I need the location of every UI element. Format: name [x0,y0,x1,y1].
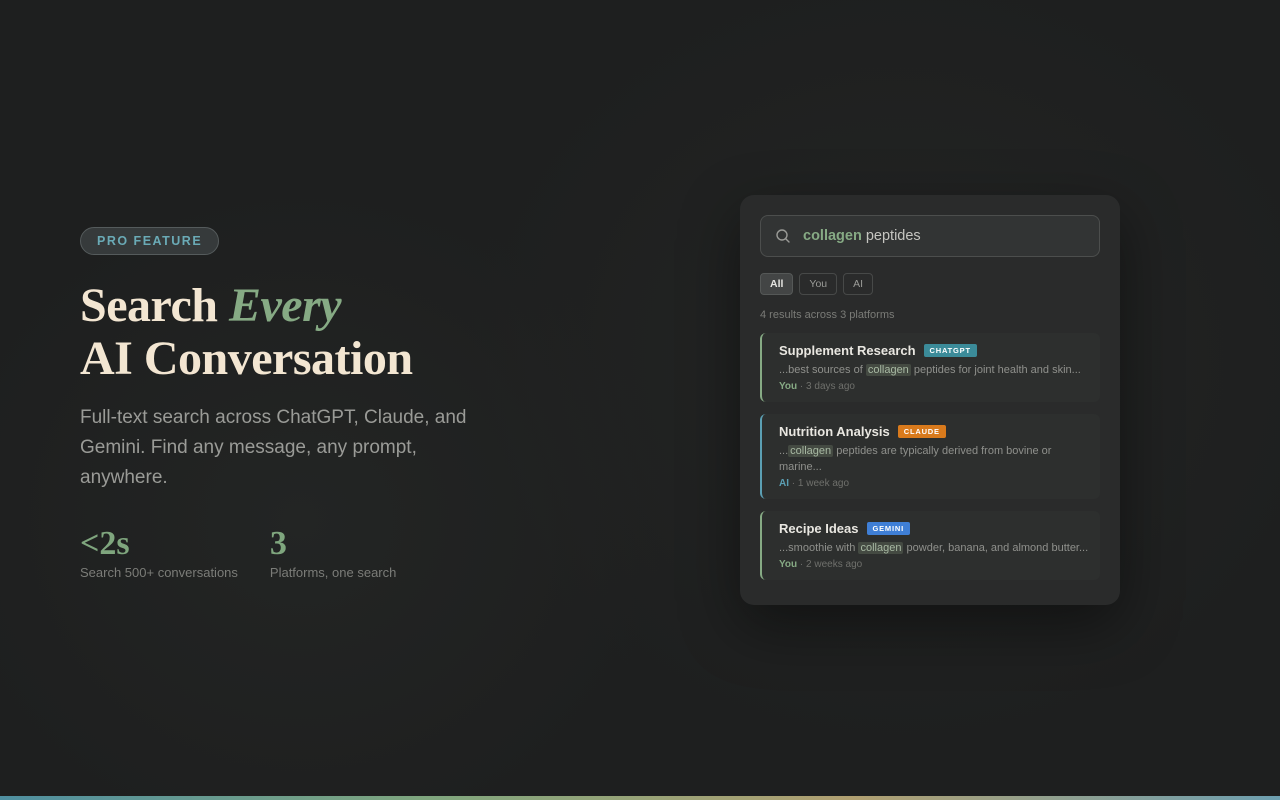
snippet-highlight: collagen [858,542,904,554]
snippet-pre: ... [779,445,789,457]
stat-platforms: 3 Platforms, one search [270,525,396,580]
headline-part1: Search [80,279,229,332]
results-summary: 4 results across 3 platforms [760,309,895,321]
snippet-pre: ...best sources of [779,364,866,376]
result-meta: You · 3 days ago [779,381,1090,392]
headline-accent: Every [228,279,342,332]
result-snippet: ... collagen peptides are typically deriv… [779,443,1090,475]
result-meta: AI · 1 week ago [779,478,1090,489]
pro-feature-badge: PRO FEATURE [80,227,220,255]
snippet-post: peptides for joint health and skin... [910,364,1081,376]
snippet-pre: ...smoothie with [779,542,859,554]
stat-label: Search 500+ conversations [80,565,238,580]
result-item[interactable]: Supplement Research CHATGPT ...best sour… [760,333,1100,402]
search-icon [776,229,790,243]
filter-ai[interactable]: AI [843,273,874,295]
result-author: AI [779,478,789,489]
snippet-highlight: collagen [788,445,834,457]
result-time: · 2 weeks ago [797,559,863,570]
result-meta: You · 2 weeks ago [779,559,1090,570]
result-title: Recipe Ideas [779,521,859,536]
snippet-post: powder, banana, and almond butter... [903,542,1089,554]
search-input[interactable]: collagen peptides [760,215,1100,257]
result-header: Supplement Research CHATGPT [779,343,1090,358]
stat-value: <2s [80,525,130,562]
filter-you[interactable]: You [799,273,838,295]
hero-section: PRO FEATURE Search Every AI Conversation… [80,227,540,580]
search-query: collagen peptides [803,228,921,244]
stat-label: Platforms, one search [269,565,397,580]
result-item[interactable]: Recipe Ideas GEMINI ...smoothie with col… [760,511,1100,580]
snippet-highlight: collagen [865,364,911,376]
hero-subtext: Full-text search across ChatGPT, Claude,… [80,407,467,488]
search-query-rest: peptides [861,228,921,244]
result-snippet: ...best sources of collagen peptides for… [779,362,1090,378]
search-preview-card: collagen peptides All You AI 4 results a… [740,195,1120,605]
result-snippet: ...smoothie with collagen powder, banana… [779,540,1090,556]
filter-all[interactable]: All [760,273,794,295]
platform-tag: GEMINI [866,522,910,535]
platform-tag: CLAUDE [897,425,946,438]
filter-chips: All You AI [760,273,1100,295]
result-item[interactable]: Nutrition Analysis CLAUDE ... collagen pe… [760,414,1100,499]
platform-tag: CHATGPT [923,344,977,357]
stat-speed: <2s Search 500+ conversations [80,525,238,580]
bottom-accent-bar [0,796,1280,800]
headline: Search Every AI Conversation [80,279,540,385]
result-title: Supplement Research [779,343,916,358]
result-title: Nutrition Analysis [779,424,890,439]
search-query-term: collagen [803,228,862,244]
result-time: · 1 week ago [789,478,850,489]
stat-value: 3 [269,525,287,562]
headline-line2: AI Conversation [80,332,413,385]
result-header: Nutrition Analysis CLAUDE [779,424,1090,439]
stats-row: <2s Search 500+ conversations 3 Platform… [80,525,540,580]
result-author: You [779,559,798,570]
result-header: Recipe Ideas GEMINI [779,521,1090,536]
page: PRO FEATURE Search Every AI Conversation… [0,0,1280,800]
result-time: · 3 days ago [797,381,855,392]
result-author: You [779,381,798,392]
